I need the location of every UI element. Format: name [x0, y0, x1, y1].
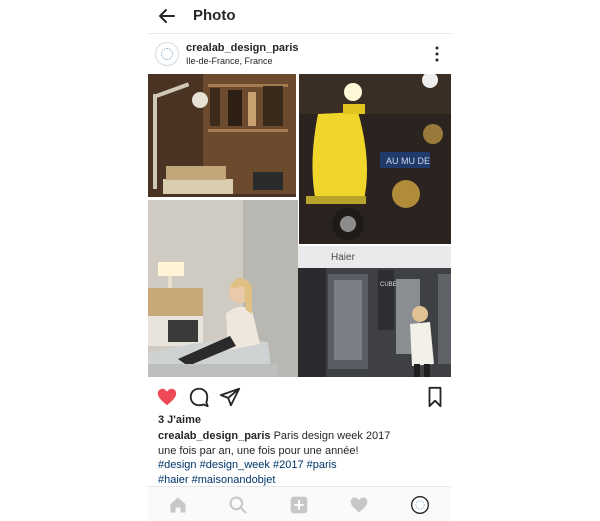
- more-options-icon[interactable]: [435, 46, 439, 62]
- post-username[interactable]: crealab_design_paris: [186, 42, 299, 54]
- caption-text-line-1: Paris design week 2017: [273, 430, 391, 442]
- photo-sign-text: CUBE: [380, 282, 397, 288]
- home-icon[interactable]: [168, 495, 188, 515]
- post-actions: [148, 382, 451, 410]
- photo-collage: AU MU DE Haier CUBE: [148, 74, 451, 377]
- caption-text-line-2: une fois par an, une fois pour une année…: [158, 444, 359, 457]
- profile-avatar-icon[interactable]: [410, 495, 430, 515]
- photo-brand-label: Haier: [331, 252, 356, 263]
- hashtags-line-1[interactable]: #design #design_week #2017 #paris: [158, 458, 443, 473]
- instagram-photo-screen: Photo crealab_design_paris Ile-de-France…: [148, 0, 451, 521]
- avatar-logo-icon: [161, 48, 173, 60]
- top-bar: Photo: [148, 0, 451, 34]
- save-bookmark-icon[interactable]: [424, 386, 446, 408]
- post-caption: crealab_design_paris Paris design week 2…: [158, 429, 443, 487]
- comment-bubble-icon[interactable]: [188, 386, 210, 408]
- post-header: crealab_design_paris Ile-de-France, Fran…: [148, 34, 451, 74]
- bottom-navigation: [148, 486, 451, 521]
- search-icon[interactable]: [228, 495, 248, 515]
- like-heart-icon[interactable]: [156, 386, 178, 408]
- caption-username[interactable]: crealab_design_paris: [158, 430, 271, 442]
- page-title: Photo: [193, 7, 236, 24]
- svg-text:AU MU DE: AU MU DE: [386, 156, 430, 166]
- back-arrow-icon[interactable]: [158, 7, 176, 25]
- post-location[interactable]: Ile-de-France, France: [186, 56, 273, 66]
- add-post-icon[interactable]: [289, 495, 309, 515]
- likes-count[interactable]: 3 J'aime: [158, 414, 201, 426]
- activity-heart-icon[interactable]: [349, 495, 369, 515]
- avatar[interactable]: [155, 42, 179, 66]
- share-paper-plane-icon[interactable]: [219, 386, 241, 408]
- hashtags-line-2[interactable]: #haier #maisonandobjet: [158, 473, 443, 488]
- post-photo[interactable]: AU MU DE Haier CUBE: [148, 74, 451, 377]
